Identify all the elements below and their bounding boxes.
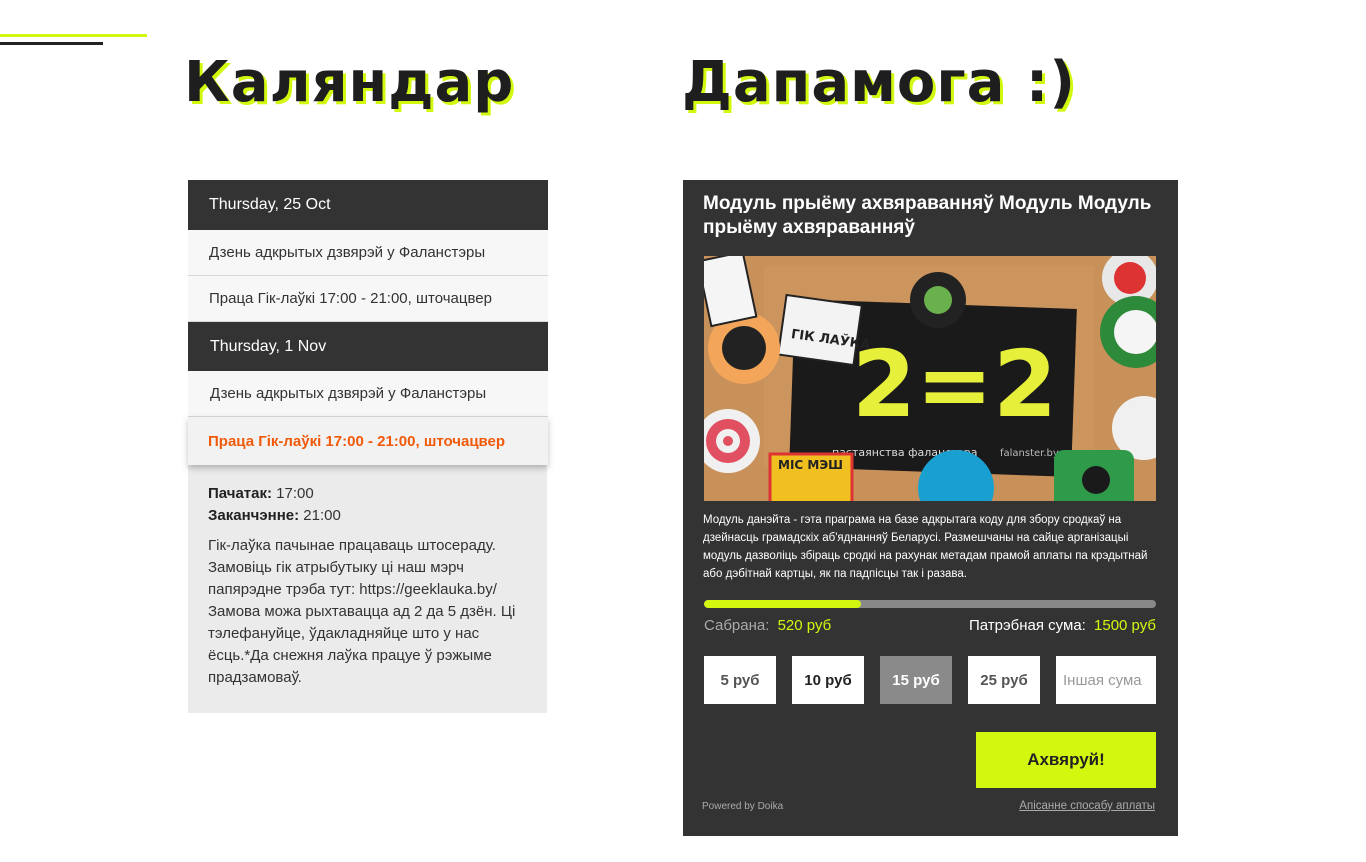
decorative-line-black xyxy=(0,42,103,45)
calendar-event[interactable]: Дзень адкрытых дзвярэй у Фаланстэры xyxy=(188,230,548,276)
raised-value: 520 руб xyxy=(777,617,832,634)
event-start-label: Пачатак: xyxy=(208,485,272,502)
amount-options: 5 руб 10 руб 15 руб 25 руб xyxy=(704,656,1156,704)
calendar-event[interactable]: Дзень адкрытых дзвярэй у Фаланстэры xyxy=(188,371,548,417)
donation-photo: 2=2 пастаянства фаланстэра falanster.by … xyxy=(704,256,1156,501)
needed-value: 1500 руб xyxy=(1094,617,1156,634)
decorative-line-green xyxy=(0,34,147,37)
sign-url: falanster.by xyxy=(1000,448,1059,459)
event-start-value: 17:00 xyxy=(276,485,314,502)
custom-amount-input[interactable] xyxy=(1056,656,1156,704)
event-end-label: Заканчэнне: xyxy=(208,507,300,524)
donation-title: Модуль прыёму ахвяраванняў Модуль Модуль… xyxy=(703,193,1152,238)
powered-by: Powered by Doika xyxy=(702,801,784,812)
calendar-heading: Каляндар xyxy=(184,50,515,115)
needed-amount: Патрэбная сума: 1500 руб xyxy=(969,617,1156,634)
amount-option-5[interactable]: 5 руб xyxy=(704,656,776,704)
calendar-widget: Thursday, 25 Oct Дзень адкрытых дзвярэй … xyxy=(188,180,548,713)
amount-option-10[interactable]: 10 руб xyxy=(792,656,864,704)
calendar-event[interactable]: Праца Гік-лаўкі 17:00 - 21:00, шточацвер xyxy=(188,276,548,322)
amount-option-25[interactable]: 25 руб xyxy=(968,656,1040,704)
event-end: Заканчэнне: 21:00 xyxy=(208,505,527,527)
donate-button[interactable]: Ахвяруй! xyxy=(976,732,1156,788)
sign-text: 2=2 xyxy=(852,331,1057,438)
donation-progress-bar xyxy=(704,600,1156,608)
help-heading: Дапамога :) xyxy=(682,50,1076,115)
stickers-photo-illustration: 2=2 пастаянства фаланстэра falanster.by … xyxy=(704,256,1156,501)
payment-method-link[interactable]: Апісанне спосабу аплаты xyxy=(1019,800,1155,812)
raised-amount: Сабрана: 520 руб xyxy=(704,617,831,634)
sticker-mis-label: МІС МЭШ xyxy=(778,458,843,472)
event-description: Гік-лаўка пачынае працаваць штосераду. З… xyxy=(208,537,516,686)
event-end-value: 21:00 xyxy=(303,507,341,524)
calendar-event-active[interactable]: Праца Гік-лаўкі 17:00 - 21:00, шточацвер xyxy=(188,417,548,465)
event-start: Пачатак: 17:00 xyxy=(208,483,527,505)
donation-description: Модуль данэйта - гэта праграма на базе а… xyxy=(703,514,1148,580)
amount-option-15-selected[interactable]: 15 руб xyxy=(880,656,952,704)
donation-widget: Модуль прыёму ахвяраванняў Модуль Модуль… xyxy=(683,180,1178,836)
needed-label: Патрэбная сума: xyxy=(969,617,1086,634)
raised-label: Сабрана: xyxy=(704,617,770,634)
event-details: Пачатак: 17:00 Заканчэнне: 21:00 Гік-лаў… xyxy=(188,465,547,713)
donation-progress-fill xyxy=(704,600,861,608)
calendar-day-header: Thursday, 25 Oct xyxy=(188,180,548,230)
calendar-day-header: Thursday, 1 Nov xyxy=(188,322,548,371)
